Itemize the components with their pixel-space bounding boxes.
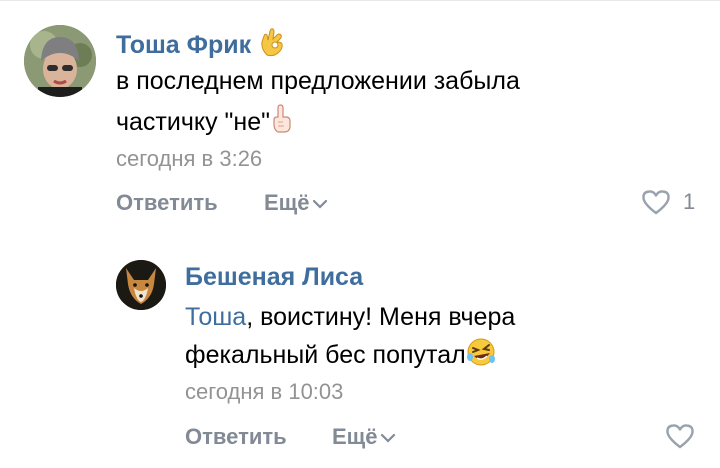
chevron-down-icon (381, 434, 396, 443)
comment-text-line: фекальный бес попутал (185, 337, 496, 377)
avatar[interactable] (116, 260, 166, 310)
comment: Тоша Фрик в последнем предложении забыла… (0, 0, 720, 230)
mention-link[interactable]: Тоша (185, 303, 246, 331)
ok-hand-icon (258, 27, 286, 64)
chevron-down-icon (313, 200, 328, 209)
like-button[interactable] (665, 423, 695, 449)
rolling-laughing-icon (466, 337, 496, 377)
author-name[interactable]: Тоша Фрик (116, 31, 251, 59)
like-count: 1 (683, 189, 696, 214)
more-button[interactable]: Ещё (264, 190, 328, 216)
comment-author[interactable]: Тоша Фрик (116, 27, 286, 64)
more-button[interactable]: Ещё (332, 424, 396, 450)
comment-text-line: Тоша, воистину! Меня вчера (185, 303, 516, 331)
pointing-up-icon (270, 104, 294, 144)
reply-button[interactable]: Ответить (116, 190, 218, 216)
author-name[interactable]: Бешеная Лиса (185, 263, 363, 291)
comment-text-line: частичку "не" (116, 104, 294, 144)
comment-timestamp: сегодня в 10:03 (185, 379, 344, 404)
avatar[interactable] (24, 25, 96, 97)
heart-icon (642, 190, 670, 215)
comment-timestamp: сегодня в 3:26 (116, 146, 263, 171)
reply-button[interactable]: Ответить (185, 424, 287, 450)
reply-comment: Бешеная Лиса Тоша, воистину! Меня вчера … (0, 230, 720, 468)
like-button[interactable]: 1 (641, 189, 695, 215)
comment-author[interactable]: Бешеная Лиса (185, 263, 363, 292)
comment-text-line: в последнем предложении забыла (116, 67, 520, 95)
heart-icon (666, 424, 694, 449)
